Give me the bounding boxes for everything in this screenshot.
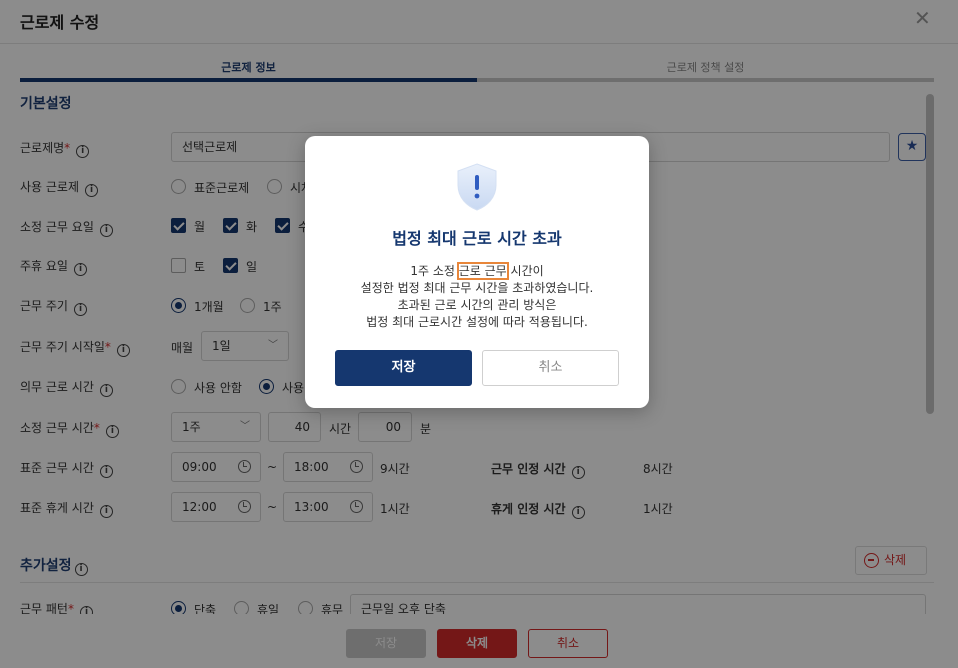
modal-line-3: 초과된 근로 시간의 관리 방식은 bbox=[397, 298, 557, 312]
modal-line-1: 1주 소정 근로 근무 시간이 bbox=[410, 262, 544, 280]
modal-line-4: 법정 최대 근로시간 설정에 따라 적용됩니다. bbox=[366, 315, 588, 329]
modal-title: 법정 최대 근로 시간 초과 bbox=[392, 229, 562, 248]
modal-confirm-button[interactable]: 저장 bbox=[335, 350, 472, 386]
alert-modal: 법정 최대 근로 시간 초과 1주 소정 근로 근무 시간이 설정한 법정 최대… bbox=[305, 136, 649, 408]
modal-line-2: 설정한 법정 최대 근무 시간을 초과하였습니다. bbox=[360, 281, 594, 295]
highlighted-text: 근로 근무 bbox=[456, 262, 509, 280]
shield-warning-icon bbox=[457, 163, 497, 211]
modal-message: 1주 소정 근로 근무 시간이 설정한 법정 최대 근무 시간을 초과하였습니다… bbox=[305, 262, 649, 331]
modal-cancel-button[interactable]: 취소 bbox=[482, 350, 619, 386]
